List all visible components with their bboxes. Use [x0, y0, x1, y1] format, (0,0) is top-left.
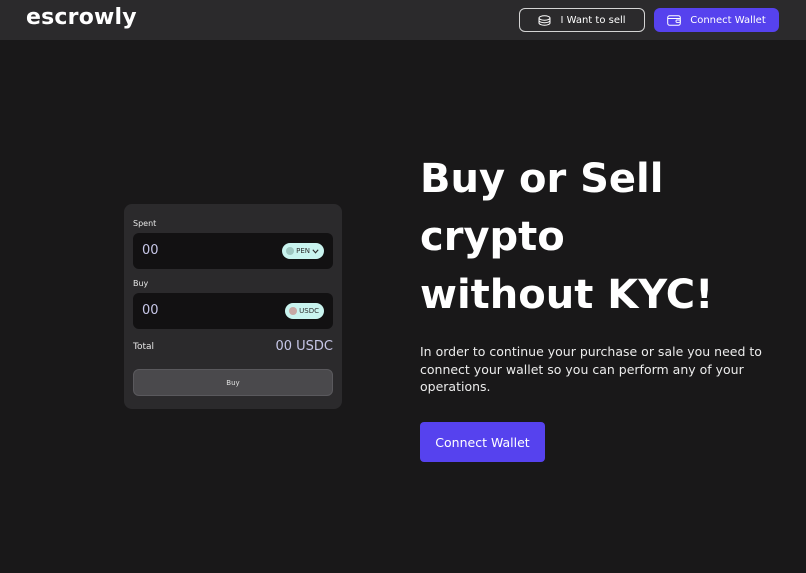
connect-wallet-nav-label: Connect Wallet [690, 14, 766, 26]
sell-button-label: I Want to sell [560, 14, 626, 26]
total-label: Total [133, 342, 155, 352]
i-want-to-sell-button[interactable]: I Want to sell [519, 8, 645, 32]
buy-button[interactable]: Buy [133, 369, 333, 396]
buy-label: Buy [133, 279, 149, 288]
connect-wallet-cta-button[interactable]: Connect Wallet [420, 422, 545, 462]
hero-title: Buy or Sell crypto without KYC! [420, 150, 780, 324]
buy-currency-badge[interactable]: USDC [285, 303, 324, 319]
spent-currency-label: PEN [296, 247, 310, 255]
swap-widget: Spent 00 PEN Buy 00 USDC Total 00 USDC B… [124, 204, 342, 409]
spent-amount-input[interactable]: 00 [142, 243, 159, 258]
buy-currency-label: USDC [299, 307, 319, 315]
connect-wallet-nav-button[interactable]: Connect Wallet [654, 8, 779, 32]
brand-logo[interactable]: escrowly [26, 5, 137, 30]
usdc-token-icon [289, 307, 298, 315]
buy-amount-input[interactable]: 00 [142, 303, 159, 318]
hero-title-line: without KYC! [420, 272, 714, 318]
spent-label: Spent [133, 219, 157, 228]
wallet-icon [667, 14, 682, 26]
pen-token-icon [286, 247, 295, 255]
hero-title-line: Buy or Sell [420, 156, 664, 202]
top-navbar: escrowly I Want to sell Connect Wallet [0, 0, 806, 40]
total-value: 00 USDC [275, 339, 333, 354]
chevron-down-icon [312, 248, 319, 254]
spent-field[interactable]: 00 PEN [133, 233, 333, 269]
hero-description: In order to continue your purchase or sa… [420, 344, 762, 394]
hero-title-line: crypto [420, 214, 565, 260]
coin-stack-icon [538, 14, 551, 26]
buy-field[interactable]: 00 USDC [133, 293, 333, 329]
spent-currency-select[interactable]: PEN [282, 243, 324, 259]
